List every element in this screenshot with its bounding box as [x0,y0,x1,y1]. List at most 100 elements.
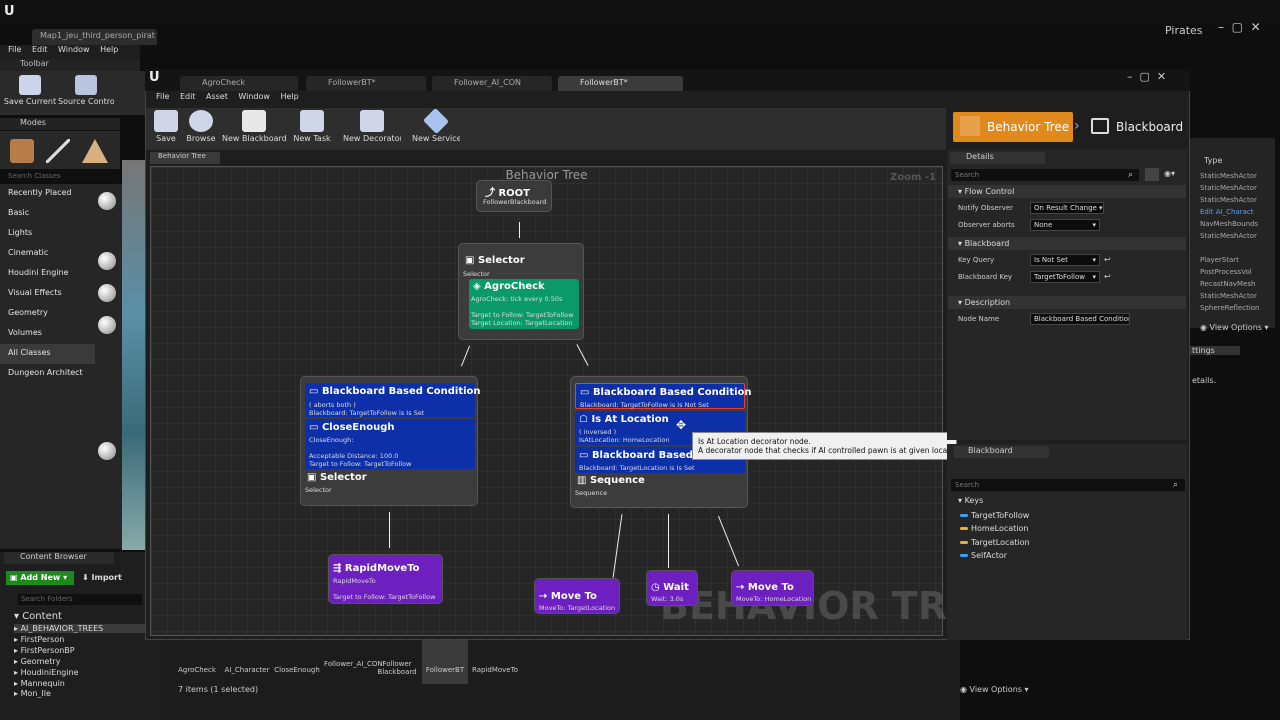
menu-edit[interactable]: Edit [180,92,196,101]
menu-file[interactable]: File [156,92,169,101]
category-visual-effects[interactable]: Visual Effects [0,284,95,304]
close-enough-decorator[interactable]: ▭ CloseEnough CloseEnough: Acceptable Di… [305,419,475,469]
menu-asset[interactable]: Asset [206,92,228,101]
bb-key-self-actor[interactable]: SelfActor [960,551,1007,560]
window-controls[interactable]: – ▢ ✕ [1218,20,1261,34]
new-service-button[interactable]: New Service [412,107,460,148]
category-cinematic[interactable]: Cinematic [0,244,95,264]
toolbar-tab[interactable]: Toolbar [0,59,140,71]
outliner-row[interactable]: StaticMeshActor [1200,196,1257,204]
node-name-field[interactable]: Blackboard Based Condition [1030,313,1130,325]
folder-mannequin[interactable]: ▸ Mannequin [14,679,65,688]
menu-window[interactable]: Window [58,45,90,54]
sphere-actor-icon[interactable] [98,284,116,302]
rapid-move-to-task[interactable]: ⇶ RapidMoveTo RapidMoveTo Target to Foll… [328,554,443,604]
outliner-row[interactable]: StaticMeshActor [1200,232,1257,240]
add-new-button[interactable]: ▣ Add New ▾ [6,571,74,585]
sphere-actor-icon[interactable] [98,192,116,210]
world-settings-tab[interactable]: ttings [1190,346,1240,355]
sphere-actor-icon[interactable] [98,252,116,270]
outliner-row[interactable]: StaticMeshActor [1200,172,1257,180]
new-blackboard-button[interactable]: New Blackboard [222,110,286,148]
folder-houdini-engine[interactable]: ▸ HoudiniEngine [14,668,79,677]
agro-check-service[interactable]: ◈ AgroCheck AgroCheck: tick every 0.50s … [469,279,579,329]
keys-header[interactable]: ▾ Keys [948,494,1186,507]
sphere-actor-icon[interactable] [98,316,116,334]
asset-follower-blackboard[interactable]: Follower Blackboard [374,640,420,680]
category-volumes[interactable]: Volumes [0,324,95,344]
details-search-input[interactable]: Search [951,169,1139,181]
reset-arrow-icon[interactable]: ↩ [1104,255,1111,264]
browse-button[interactable]: Browse [184,110,218,148]
asset-agro-check[interactable]: AgroCheck [174,640,220,680]
outliner-type-header[interactable]: Type [1204,156,1222,165]
outliner-row[interactable]: PostProcessVol [1200,268,1252,276]
category-geometry[interactable]: Geometry [0,304,95,324]
wait-task[interactable]: ◷ Wait Wait: 3.0s [646,570,698,606]
details-tab[interactable]: Details [950,152,1045,164]
asset-close-enough[interactable]: CloseEnough [274,640,320,680]
category-dungeon-architect[interactable]: Dungeon Architect [0,364,95,384]
asset-follower-bt[interactable]: FollowerBT [422,640,468,684]
property-matrix-icon[interactable] [1145,168,1159,181]
category-lights[interactable]: Lights [0,224,95,244]
search-folders-input[interactable]: Search Folders [18,594,142,605]
view-options-button[interactable]: ◉ View Options ▾ [960,685,1029,694]
outliner-row[interactable]: RecastNavMesh [1200,280,1255,288]
tab-follower-bt-active[interactable]: FollowerBT* [558,76,683,91]
selector-node[interactable]: ▣ Selector Selector ◈ AgroCheck AgroChec… [458,243,584,340]
outliner-row[interactable]: StaticMeshActor [1200,292,1257,300]
category-basic[interactable]: Basic [0,204,95,224]
asset-ai-character[interactable]: AI_Character [224,640,270,680]
bb-key-home-location[interactable]: HomeLocation [960,524,1028,533]
outliner-row[interactable]: SphereReflection [1200,304,1260,312]
content-browser-tab[interactable]: Content Browser [4,552,114,564]
move-to-home-task[interactable]: ⇢ Move To MoveTo: HomeLocation [731,570,814,606]
graph-tab[interactable]: Behavior Tree [150,152,220,164]
paint-mode-icon[interactable] [46,139,70,163]
blackboard-condition-decorator[interactable]: ▭ Blackboard Based Condition ( aborts bo… [305,383,481,417]
bb-key-target-to-follow[interactable]: TargetToFollow [960,511,1029,520]
outliner-row[interactable]: NavMeshBounds [1200,220,1258,228]
category-all-classes[interactable]: All Classes [0,344,95,364]
category-recently-placed[interactable]: Recently Placed [0,184,95,204]
modes-tab[interactable]: Modes [0,118,120,130]
outer-level-tab[interactable]: Map1_jeu_third_person_pirat [32,29,157,45]
behavior-tree-graph[interactable] [150,166,943,636]
bb-key-target-location[interactable]: TargetLocation [960,538,1030,547]
category-houdini-engine[interactable]: Houdini Engine [0,264,95,284]
place-mode-icon[interactable] [10,139,34,163]
flow-control-section[interactable]: ▾ Flow Control [948,185,1186,198]
outliner-row[interactable]: Edit AI_Charact [1200,208,1254,216]
menu-window[interactable]: Window [238,92,270,101]
blackboard-tab[interactable]: Blackboard [954,446,1049,458]
notify-observer-dropdown[interactable]: On Result Change ▾ [1030,202,1104,214]
search-classes-input[interactable]: Search Classes [6,170,118,182]
menu-help[interactable]: Help [100,45,118,54]
menu-edit[interactable]: Edit [32,45,48,54]
root-node[interactable]: ⤴ ROOT FollowerBlackboard [476,180,552,212]
selector-left-node[interactable]: ▭ Blackboard Based Condition ( aborts bo… [300,376,481,506]
source-control-button[interactable]: Source Control [58,75,114,115]
folder-first-person[interactable]: ▸ FirstPerson [14,635,64,644]
menu-help[interactable]: Help [281,92,299,101]
eye-icon[interactable]: ◉▾ [1164,169,1175,178]
folder-geometry[interactable]: ▸ Geometry [14,657,60,666]
blackboard-search-input[interactable]: Search [951,479,1185,491]
reset-arrow-icon[interactable]: ↩ [1104,272,1111,281]
new-decorator-button[interactable]: New Decorator [343,110,401,148]
bt-window-controls[interactable]: – ▢ ✕ [1127,70,1166,83]
save-current-button[interactable]: Save Current [2,75,58,115]
folder-mon-ile[interactable]: ▸ Mon_Ile [14,689,51,698]
landscape-mode-icon[interactable] [82,139,108,163]
asset-follower-ai-con[interactable]: Follower_AI_CON [324,640,383,680]
save-button[interactable]: Save [150,110,182,148]
tab-agro-check[interactable]: AgroCheck [180,76,298,91]
asset-rapid-move-to[interactable]: RapidMoveTo [472,640,518,680]
key-query-dropdown[interactable]: Is Not Set ▾ [1030,254,1100,266]
tab-follower-ai-con[interactable]: Follower_AI_CON [432,76,552,91]
description-section[interactable]: ▾ Description [948,296,1186,309]
menu-file[interactable]: File [8,45,21,54]
tab-follower-bt[interactable]: FollowerBT* [306,76,426,91]
move-to-target-task[interactable]: ⇢ Move To MoveTo: TargetLocation [534,578,620,614]
